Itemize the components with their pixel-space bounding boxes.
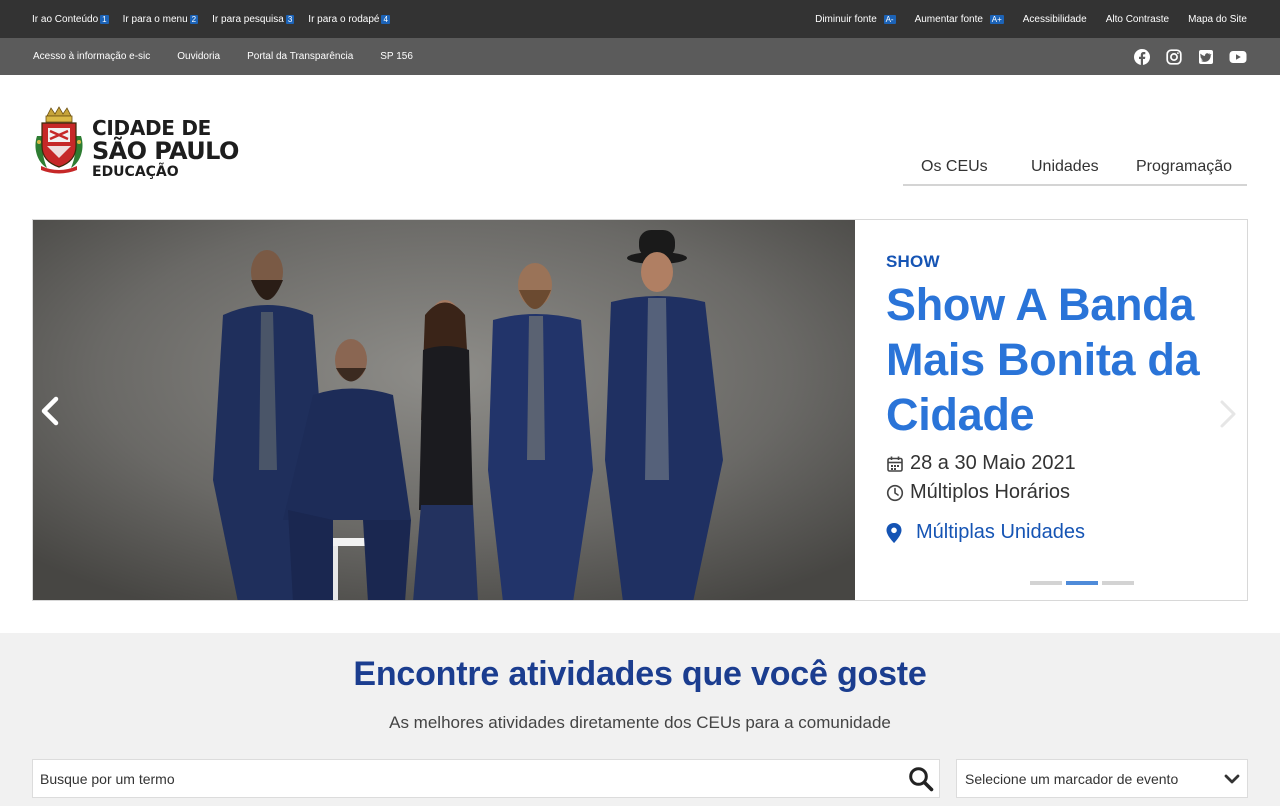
event-date-text: 28 a 30 Maio 2021 xyxy=(910,452,1076,474)
event-time: Múltiplos Horários xyxy=(886,481,1070,504)
event-tag-select[interactable]: Selecione um marcador de evento xyxy=(956,759,1248,798)
band-photo-illustration xyxy=(33,220,855,600)
font-badge: A- xyxy=(883,14,896,24)
carousel-prev-button[interactable] xyxy=(35,391,65,431)
event-tag-select-label: Selecione um marcador de evento xyxy=(965,771,1179,787)
search-box xyxy=(32,759,940,798)
transparency-portal-link[interactable]: Portal da Transparência xyxy=(247,51,353,62)
search-input[interactable] xyxy=(33,760,893,797)
nav-item-programacao[interactable]: Programação xyxy=(1136,158,1232,176)
event-date: 28 a 30 Maio 2021 xyxy=(886,452,1076,475)
carousel-dot[interactable] xyxy=(1030,581,1062,585)
skip-link-label: Ir para o rodapé xyxy=(308,13,380,25)
carousel-indicators xyxy=(1030,581,1134,585)
skip-link-label: Ir para pesquisa xyxy=(212,13,284,25)
government-bar: Acesso à informação e-sic Ouvidoria Port… xyxy=(0,38,1280,75)
search-section-title: Encontre atividades que você goste xyxy=(353,655,927,693)
sitemap-link[interactable]: Mapa do Site xyxy=(1188,14,1247,25)
event-location-text: Múltiplas Unidades xyxy=(916,521,1085,543)
nav-item-unidades[interactable]: Unidades xyxy=(1031,158,1099,176)
hero-carousel: SHOW Show A Banda Mais Bonita da Cidade … xyxy=(32,219,1248,601)
event-location-link[interactable]: Múltiplas Unidades xyxy=(886,521,1085,544)
social-links xyxy=(1133,38,1247,75)
event-category: SHOW xyxy=(886,252,940,271)
chevron-down-icon xyxy=(1224,774,1240,784)
calendar-icon xyxy=(887,456,903,472)
ouvidoria-link[interactable]: Ouvidoria xyxy=(177,51,220,62)
event-details: SHOW Show A Banda Mais Bonita da Cidade … xyxy=(886,220,1247,600)
event-title[interactable]: Show A Banda Mais Bonita da Cidade xyxy=(886,277,1226,442)
chevron-right-icon xyxy=(1220,400,1236,428)
logo-line-educacao: EDUCAÇÃO xyxy=(92,164,179,180)
map-pin-icon xyxy=(886,522,902,543)
main-nav: Os CEUs Unidades Programação xyxy=(903,148,1247,186)
sp156-link[interactable]: SP 156 xyxy=(380,51,413,62)
decrease-font-label: Diminuir fonte xyxy=(815,13,877,25)
skip-links: Ir ao Conteúdo 1 Ir para o menu 2 Ir para … xyxy=(32,0,390,38)
logo-line-sao-paulo: SÃO PAULO xyxy=(92,137,239,165)
carousel-dot[interactable] xyxy=(1102,581,1134,585)
event-time-text: Múltiplos Horários xyxy=(910,481,1071,503)
font-badge: A+ xyxy=(989,14,1004,24)
skip-to-search-link[interactable]: Ir para pesquisa 3 xyxy=(212,13,295,25)
facebook-icon[interactable] xyxy=(1133,48,1151,66)
high-contrast-button[interactable]: Alto Contraste xyxy=(1106,14,1169,25)
increase-font-label: Aumentar fonte xyxy=(914,13,983,25)
activity-search-section: Encontre atividades que você goste As me… xyxy=(0,633,1280,806)
nav-item-os-ceus[interactable]: Os CEUs xyxy=(921,158,988,176)
skip-link-label: Ir para o menu xyxy=(122,13,188,25)
government-links: Acesso à informação e-sic Ouvidoria Port… xyxy=(33,38,413,75)
youtube-icon[interactable] xyxy=(1229,48,1247,66)
skip-link-label: Ir ao Conteúdo xyxy=(32,13,99,25)
coat-of-arms-logo xyxy=(35,106,83,174)
shortcut-badge: 1 xyxy=(100,14,109,24)
esic-link[interactable]: Acesso à informação e-sic xyxy=(33,51,150,62)
event-photo[interactable] xyxy=(33,220,855,600)
clock-icon xyxy=(886,484,904,501)
accessibility-link[interactable]: Acessibilidade xyxy=(1023,14,1087,25)
site-logo[interactable]: CIDADE DE SÃO PAULO EDUCAÇÃO xyxy=(33,106,253,186)
search-icon xyxy=(909,767,934,792)
accessibility-tools: Diminuir fonte A- Aumentar fonte A+ Aces… xyxy=(815,0,1247,38)
shortcut-badge: 4 xyxy=(381,14,390,24)
decrease-font-button[interactable]: Diminuir fonte A- xyxy=(815,13,896,25)
shortcut-badge: 3 xyxy=(285,14,295,24)
search-button[interactable] xyxy=(907,765,935,793)
skip-to-content-link[interactable]: Ir ao Conteúdo 1 xyxy=(32,14,109,25)
instagram-icon[interactable] xyxy=(1165,48,1183,66)
logo-text: CIDADE DE SÃO PAULO EDUCAÇÃO xyxy=(92,118,239,179)
carousel-dot-active[interactable] xyxy=(1066,581,1098,585)
twitter-icon[interactable] xyxy=(1197,48,1215,66)
carousel-next-button[interactable] xyxy=(1213,394,1243,434)
skip-to-menu-link[interactable]: Ir para o menu 2 xyxy=(123,14,199,25)
chevron-left-icon xyxy=(41,396,59,426)
search-section-subtitle: As melhores atividades diretamente dos C… xyxy=(389,713,891,732)
shortcut-badge: 2 xyxy=(189,14,199,24)
accessibility-bar: Ir ao Conteúdo 1 Ir para o menu 2 Ir para … xyxy=(0,0,1280,38)
skip-to-footer-link[interactable]: Ir para o rodapé 4 xyxy=(308,14,390,25)
increase-font-button[interactable]: Aumentar fonte A+ xyxy=(915,14,1004,25)
logo-line-cidade: CIDADE DE xyxy=(92,116,211,140)
